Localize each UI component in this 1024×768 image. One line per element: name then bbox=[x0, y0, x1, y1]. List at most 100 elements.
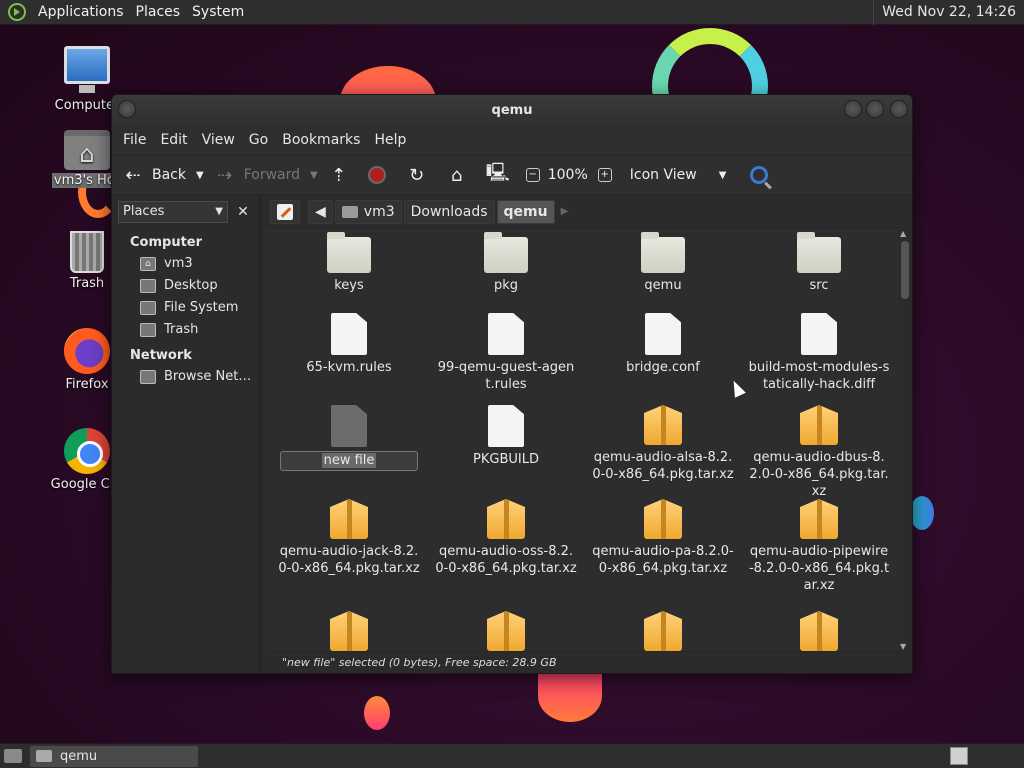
view-mode-select[interactable]: Icon View ▼ bbox=[630, 167, 727, 183]
toggle-location-entry-button[interactable] bbox=[270, 199, 300, 224]
forward-arrow-icon: ⇢ bbox=[217, 164, 233, 186]
package-icon bbox=[800, 499, 838, 539]
scroll-down-icon[interactable]: ▼ bbox=[900, 642, 906, 651]
file-item[interactable]: new file bbox=[274, 405, 424, 471]
menu-edit[interactable]: Edit bbox=[153, 132, 194, 148]
menu-file[interactable]: File bbox=[116, 132, 153, 148]
file-item[interactable] bbox=[588, 611, 738, 651]
menu-view[interactable]: View bbox=[195, 132, 242, 148]
search-icon[interactable] bbox=[750, 166, 769, 184]
mate-logo-icon[interactable] bbox=[8, 3, 26, 21]
file-item[interactable]: qemu bbox=[588, 232, 738, 294]
file-item[interactable]: qemu-audio-alsa-8.2.0-0-x86_64.pkg.tar.x… bbox=[588, 405, 738, 483]
file-item[interactable]: src bbox=[744, 232, 894, 294]
back-label: Back bbox=[152, 167, 186, 183]
menu-help[interactable]: Help bbox=[367, 132, 413, 148]
menu-applications[interactable]: Applications bbox=[32, 4, 130, 20]
file-icon bbox=[801, 313, 837, 355]
vertical-scrollbar[interactable]: ▲ ▼ bbox=[898, 229, 912, 651]
file-item[interactable]: pkg bbox=[431, 232, 581, 294]
workspace-switcher[interactable] bbox=[950, 747, 968, 765]
drive-icon bbox=[140, 300, 156, 315]
sidebar-item-trash[interactable]: Trash bbox=[112, 319, 258, 341]
file-item[interactable]: qemu-audio-pipewire-8.2.0-0-x86_64.pkg.t… bbox=[744, 499, 894, 594]
file-name: qemu-audio-pa-8.2.0-0-x86_64.pkg.tar.xz bbox=[592, 544, 734, 576]
sidebar-item-desktop[interactable]: Desktop bbox=[112, 275, 258, 297]
scroll-up-icon[interactable]: ▲ bbox=[900, 229, 906, 238]
file-item[interactable]: 99-qemu-guest-agent.rules bbox=[431, 313, 581, 393]
computer-button[interactable]: 🖳 bbox=[486, 160, 516, 190]
sidebar-item-label: Trash bbox=[164, 322, 199, 337]
close-button[interactable] bbox=[890, 100, 908, 118]
menu-system[interactable]: System bbox=[186, 4, 250, 20]
clock[interactable]: Wed Nov 22, 14:26 bbox=[873, 0, 1024, 25]
file-item[interactable]: qemu-audio-pa-8.2.0-0-x86_64.pkg.tar.xz bbox=[588, 499, 738, 577]
file-item[interactable] bbox=[744, 611, 894, 651]
file-item[interactable]: bridge.conf bbox=[588, 313, 738, 376]
sidebar-item-browse-network[interactable]: Browse Net… bbox=[112, 366, 258, 388]
chevron-left-icon: ◀ bbox=[315, 203, 326, 220]
path-scroll-right-icon[interactable]: ▶ bbox=[561, 206, 569, 217]
file-item[interactable] bbox=[274, 611, 424, 651]
package-icon bbox=[644, 611, 682, 651]
rename-input[interactable]: new file bbox=[280, 451, 418, 471]
sidebar-selector[interactable]: Places ▼ bbox=[118, 200, 228, 223]
folder-icon bbox=[36, 750, 52, 762]
file-icon bbox=[331, 313, 367, 355]
minimize-button[interactable] bbox=[844, 100, 862, 118]
zoom-out-icon: − bbox=[525, 168, 540, 182]
file-item[interactable]: 65-kvm.rules bbox=[274, 313, 424, 376]
file-item[interactable] bbox=[431, 611, 581, 651]
file-name: qemu-audio-oss-8.2.0-0-x86_64.pkg.tar.xz bbox=[435, 544, 577, 576]
file-item[interactable]: keys bbox=[274, 232, 424, 294]
location-bar: ◀ vm3 Downloads qemu ▶ bbox=[266, 196, 912, 228]
taskbar-item-qemu[interactable]: qemu bbox=[30, 745, 198, 767]
maximize-button[interactable] bbox=[866, 100, 884, 118]
file-name: qemu-audio-pipewire-8.2.0-0-x86_64.pkg.t… bbox=[748, 544, 890, 593]
sidebar-item-file-system[interactable]: File System bbox=[112, 297, 258, 319]
file-icon bbox=[488, 405, 524, 447]
forward-button[interactable]: ⇢ Forward ▼ bbox=[214, 165, 318, 186]
menu-go[interactable]: Go bbox=[242, 132, 275, 148]
file-item[interactable]: qemu-audio-dbus-8.2.0-0-x86_64.pkg.tar.x… bbox=[744, 405, 894, 500]
file-name: PKGBUILD bbox=[473, 452, 539, 467]
close-sidebar-icon[interactable]: ✕ bbox=[234, 204, 252, 220]
back-history-dropdown-icon[interactable]: ▼ bbox=[196, 170, 204, 181]
main-pane: ◀ vm3 Downloads qemu ▶ keys pkg qemu src 65-… bbox=[266, 196, 912, 673]
scrollbar-thumb[interactable] bbox=[901, 241, 909, 299]
file-item[interactable]: build-most-modules-statically-hack.diff bbox=[744, 313, 894, 393]
file-grid: keys pkg qemu src 65-kvm.rules 99-qemu-guest-… bbox=[266, 229, 898, 651]
menu-places[interactable]: Places bbox=[130, 4, 187, 20]
breadcrumb-vm3[interactable]: vm3 bbox=[334, 199, 402, 224]
window-title: qemu bbox=[491, 102, 533, 118]
breadcrumb-qemu[interactable]: qemu bbox=[496, 199, 555, 224]
stop-icon bbox=[367, 166, 386, 184]
up-button[interactable]: ⇡ bbox=[328, 165, 358, 186]
file-item[interactable]: PKGBUILD bbox=[431, 405, 581, 468]
show-desktop-icon[interactable] bbox=[4, 749, 22, 763]
home-icon bbox=[341, 205, 358, 218]
wallpaper-shape bbox=[364, 696, 390, 730]
stop-button[interactable] bbox=[367, 166, 386, 184]
home-button[interactable]: ⌂ bbox=[446, 165, 476, 186]
forward-history-dropdown-icon[interactable]: ▼ bbox=[310, 170, 318, 181]
up-arrow-icon: ⇡ bbox=[331, 164, 347, 186]
sidebar-group-network: Network bbox=[130, 348, 192, 363]
sidebar-item-vm3[interactable]: ⌂ vm3 bbox=[112, 253, 258, 275]
menubar: File Edit View Go Bookmarks Help bbox=[112, 125, 912, 155]
file-item[interactable]: qemu-audio-oss-8.2.0-0-x86_64.pkg.tar.xz bbox=[431, 499, 581, 577]
file-item[interactable]: qemu-audio-jack-8.2.0-0-x86_64.pkg.tar.x… bbox=[274, 499, 424, 577]
path-scroll-left-button[interactable]: ◀ bbox=[308, 199, 333, 224]
window-content: Places ▼ ✕ Computer ⌂ vm3 Desktop File Sy… bbox=[112, 196, 912, 673]
reload-button[interactable]: ↻ bbox=[406, 165, 436, 186]
window-menu-button[interactable] bbox=[118, 100, 136, 118]
breadcrumb-downloads[interactable]: Downloads bbox=[403, 199, 495, 224]
zoom-in-button[interactable]: + bbox=[597, 168, 620, 182]
menu-bookmarks[interactable]: Bookmarks bbox=[275, 132, 367, 148]
folder-icon bbox=[797, 232, 841, 273]
trash-icon bbox=[70, 231, 104, 273]
zoom-out-button[interactable]: − 100% bbox=[525, 167, 588, 183]
back-button[interactable]: ⇠ Back ▼ bbox=[122, 165, 204, 186]
file-name: 99-qemu-guest-agent.rules bbox=[437, 360, 575, 392]
window-titlebar[interactable]: qemu bbox=[112, 95, 912, 125]
